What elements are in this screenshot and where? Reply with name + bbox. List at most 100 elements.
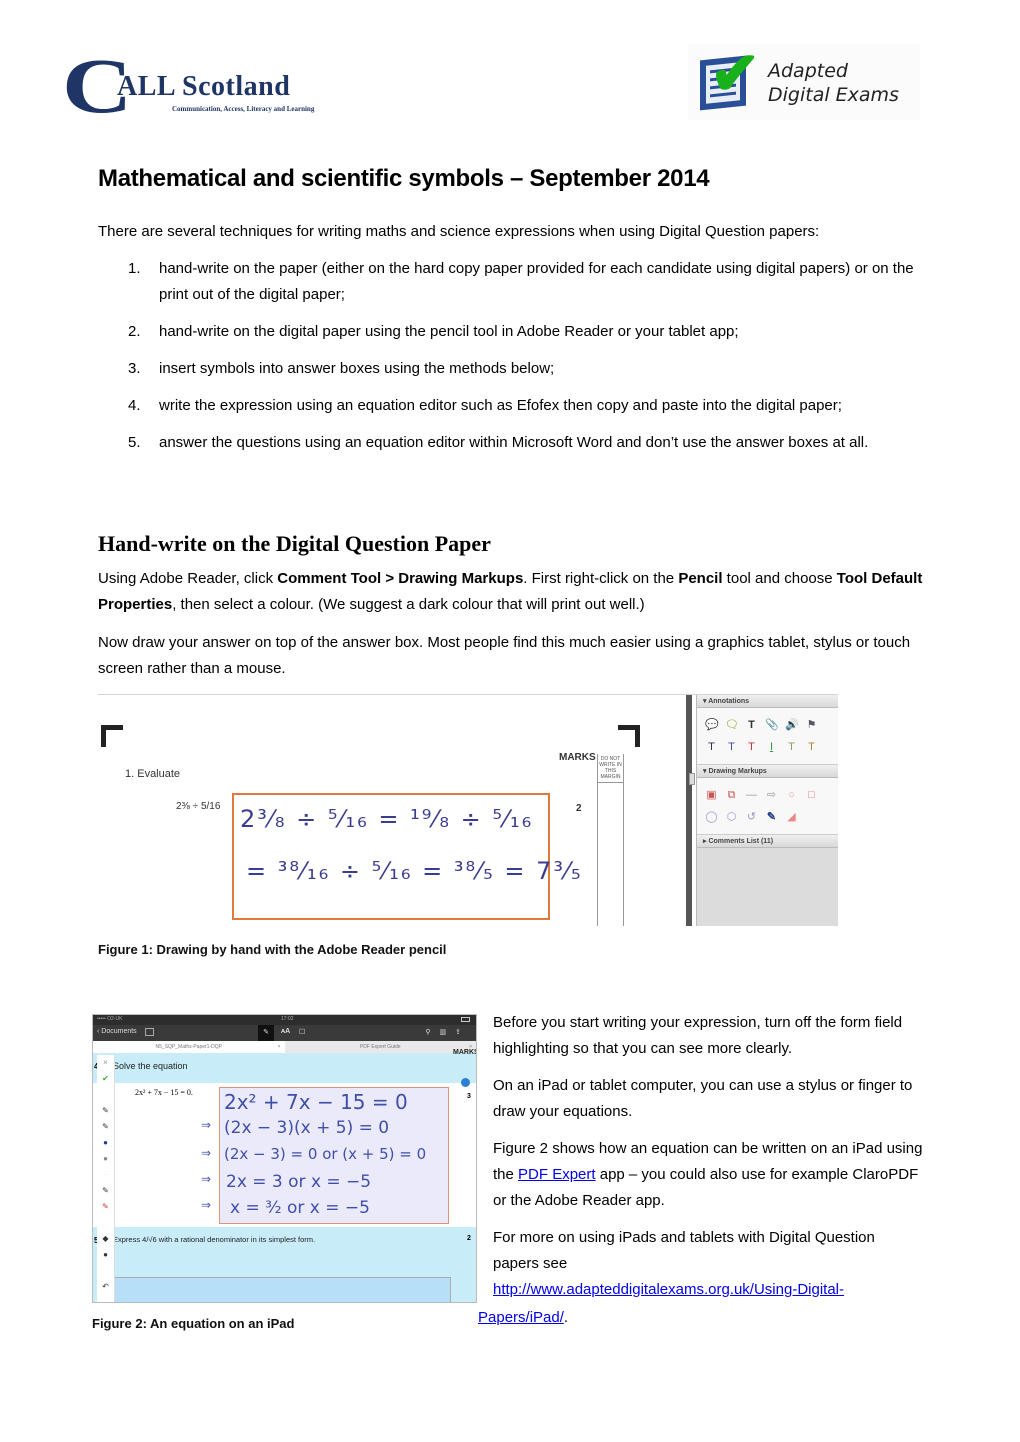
pen-icon[interactable]: ✎ — [97, 1119, 114, 1135]
pen-icon[interactable]: ✎ — [97, 1103, 114, 1119]
drawing-markups-section-header[interactable]: ▾ Drawing Markups — [697, 765, 838, 778]
sound-icon[interactable]: 🔊 — [785, 719, 799, 732]
eraser-icon[interactable]: ◢ — [785, 811, 798, 824]
page-title: Mathematical and scientific symbols – Se… — [98, 165, 710, 192]
book-icon[interactable]: ▥ — [440, 1029, 456, 1036]
ipad-guide-link[interactable]: http://www.adapteddigitalexams.org.uk/Us… — [493, 1281, 844, 1298]
logo-line1: Adapted — [768, 60, 848, 82]
comment-panel: ▾ Annotations 💬 🗨 T 📎 🔊 ⚑ T T T I T T ▾ … — [696, 695, 838, 926]
text-tool-icon[interactable]: ᴀA — [281, 1028, 290, 1035]
pdf-expert-link[interactable]: PDF Expert — [518, 1166, 596, 1183]
sticky-note-icon[interactable]: 💬 — [705, 719, 719, 732]
highlight-icon[interactable]: T — [785, 741, 798, 754]
logo-tagline: Communication, Access, Literacy and Lear… — [172, 105, 315, 113]
text-icon[interactable]: T — [745, 719, 758, 732]
pencil-icon[interactable]: ✎ — [765, 811, 778, 824]
documents-back-button[interactable]: ‹ Documents — [97, 1028, 137, 1035]
color-grey-icon[interactable]: ● — [97, 1151, 114, 1167]
ipad-guide-link-continued: Papers/iPad/. — [478, 1309, 569, 1326]
tab-active-document[interactable]: N5_SQP_Maths-Paper1-DQP × — [93, 1041, 285, 1053]
answer-box[interactable]: 2x² + 7x − 15 = 0 (2x − 3)(x + 5) = 0 (2… — [219, 1087, 449, 1224]
section-heading: Hand-write on the Digital Question Paper — [98, 531, 491, 556]
underline-icon[interactable]: I — [765, 741, 778, 754]
implies-arrow-icon: ⇒ — [201, 1146, 212, 1160]
figure-1-screenshot: 1. Evaluate 2⅜ ÷ 5/16 MARKS DO NOT WRITE… — [98, 694, 838, 926]
handwriting-line: (2x − 3)(x + 5) = 0 — [224, 1118, 390, 1138]
eraser-icon[interactable]: ◆ — [97, 1231, 114, 1247]
intro-paragraph: There are several techniques for writing… — [98, 223, 820, 240]
undo-icon[interactable]: ↶ — [97, 1279, 114, 1295]
handwriting-line: 2x² + 7x − 15 = 0 — [224, 1090, 408, 1114]
methods-list: 1. hand-write on the paper (either on the… — [98, 256, 928, 467]
oval-icon[interactable]: ○ — [785, 789, 798, 802]
close-icon[interactable]: × — [97, 1055, 114, 1071]
list-item: 4. write the expression using an equation… — [128, 397, 842, 414]
handwriting-line: 2x = 3 or x = −5 — [226, 1172, 372, 1192]
polygon-icon[interactable]: ⬡ — [725, 811, 738, 824]
tab-pdf-expert-guide[interactable]: PDF Expert Guide × — [284, 1041, 476, 1053]
answer-box[interactable] — [111, 1277, 451, 1302]
drawing-paragraph: Now draw your answer on top of the answe… — [98, 634, 911, 677]
more-info-paragraph: For more on using iPads and tablets with… — [493, 1229, 875, 1298]
mark-value: 3 — [467, 1093, 471, 1100]
checkmark-icon[interactable]: ✔ — [97, 1071, 114, 1087]
ipad-status-bar: ••••• O2-UK 17:02 — [93, 1015, 476, 1025]
cloud-icon[interactable]: ◯ — [705, 811, 718, 824]
given-equation: 2x² + 7x − 15 = 0. — [135, 1088, 193, 1097]
drawing-toolbar: × ✔ ✎ ✎ ● ● · ✎ ✎ ◆ ● ↶ — [97, 1055, 115, 1302]
add-note-text-icon[interactable]: T — [805, 741, 818, 754]
comments-list-area — [697, 848, 838, 926]
question-text: Solve the equation — [113, 1061, 188, 1071]
question-expression: 2⅜ ÷ 5/16 — [176, 801, 221, 812]
thumbnails-icon[interactable] — [145, 1028, 154, 1036]
search-icon[interactable]: ⚲ — [425, 1029, 439, 1036]
color-blue-icon[interactable]: ● — [97, 1135, 114, 1151]
note-tool-icon[interactable]: ☐ — [299, 1028, 305, 1036]
strikethrough-icon[interactable]: T — [745, 741, 758, 754]
share-icon[interactable]: ⇪ — [455, 1029, 470, 1036]
stylus-paragraph: On an iPad or tablet computer, you can u… — [493, 1077, 913, 1120]
comment-icon[interactable]: 🗨 — [725, 719, 739, 732]
scrollbar[interactable] — [689, 773, 695, 785]
margin-column: DO NOT WRITE IN THIS MARGIN — [597, 754, 624, 926]
handwriting-line: = ³⁸⁄₁₆ ÷ ⁵⁄₁₆ = ³⁸⁄₅ = 7³⁄₅ — [246, 857, 583, 885]
color-black-icon[interactable]: ● — [97, 1247, 114, 1263]
crop-mark — [618, 725, 640, 747]
red-pen-icon[interactable]: ✎ — [97, 1199, 114, 1215]
question-text: Express 4/√6 with a rational denominator… — [113, 1235, 316, 1244]
text-box-icon[interactable]: ▣ — [705, 789, 718, 802]
mark-value: 2 — [467, 1235, 471, 1242]
list-item: 1. hand-write on the paper (either on the… — [128, 260, 914, 303]
attach-file-icon[interactable]: 📎 — [765, 719, 779, 732]
mark-value: 2 — [576, 803, 582, 814]
line-icon[interactable]: — — [745, 789, 758, 802]
list-item: 5. answer the questions using an equation… — [128, 434, 869, 451]
call-scotland-logo: C ALL Scotland Communication, Access, Li… — [62, 47, 332, 125]
answer-box[interactable]: 2³⁄₈ ÷ ⁵⁄₁₆ = ¹⁹⁄₈ ÷ ⁵⁄₁₆ = ³⁸⁄₁₆ ÷ ⁵⁄₁₆… — [232, 793, 581, 920]
comments-list-header[interactable]: ▸ Comments List (11) — [697, 835, 838, 848]
handwriting-line: (2x − 3) = 0 or (x + 5) = 0 — [224, 1145, 427, 1163]
figure-2-caption: Figure 2: An equation on an iPad — [92, 1316, 295, 1331]
list-item: 3. insert symbols into answer boxes using… — [128, 360, 555, 377]
close-icon[interactable]: × — [278, 1041, 281, 1053]
ipad-guide-link[interactable]: Papers/iPad/ — [478, 1309, 564, 1326]
replace-text-icon[interactable]: T — [725, 741, 738, 754]
rectangle-icon[interactable]: □ — [805, 789, 818, 802]
instructions-paragraph: Using Adobe Reader, click Comment Tool >… — [98, 570, 923, 613]
pane-divider[interactable] — [686, 695, 692, 926]
question-label: 1. Evaluate — [125, 768, 181, 780]
highlighter-icon[interactable]: ✎ — [97, 1183, 114, 1199]
list-item: 2. hand-write on the digital paper using … — [128, 323, 739, 340]
insert-text-icon[interactable]: T — [705, 741, 718, 754]
implies-arrow-icon: ⇒ — [201, 1198, 212, 1212]
logo-name: ALL Scotland — [117, 71, 291, 102]
checkmark-icon: ✔ — [710, 40, 761, 107]
arrow-icon[interactable]: ⇨ — [765, 789, 778, 802]
pen-tool-icon[interactable]: ✎ — [258, 1025, 274, 1041]
adapted-digital-exams-logo: ✔ Adapted Digital Exams — [688, 44, 920, 120]
stamp-icon[interactable]: ⚑ — [805, 719, 818, 732]
callout-icon[interactable]: ⧉ — [725, 789, 738, 802]
figure-2-screenshot: ••••• O2-UK 17:02 ‹ Documents ✎ ᴀA ☐ ⚲▥⇪… — [92, 1014, 477, 1303]
polygon-line-icon[interactable]: ↺ — [745, 811, 758, 824]
annotations-section-header[interactable]: ▾ Annotations — [697, 695, 838, 708]
